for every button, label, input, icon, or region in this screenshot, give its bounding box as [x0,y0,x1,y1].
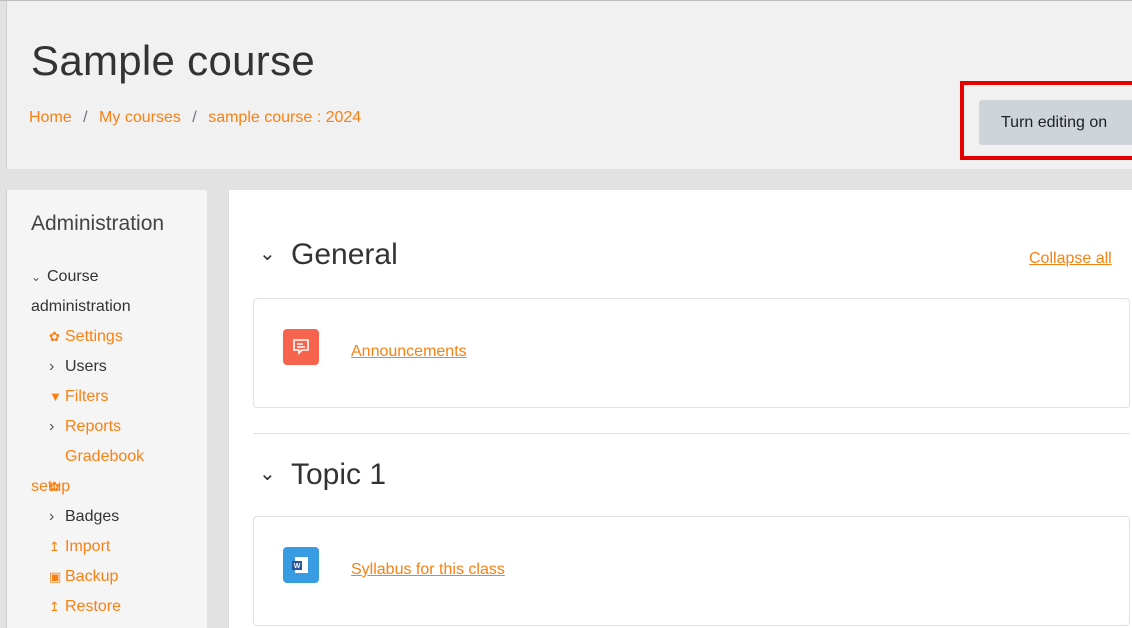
nav-restore-label: Restore [65,598,122,615]
nav-filters[interactable]: ▼ Filters [31,382,201,412]
course-content: ⌄ General Collapse all Announcements ⌄ Top… [228,190,1132,628]
gear-icon: ✿ [49,329,60,344]
nav-backup-label: Backup [65,568,119,585]
breadcrumb: Home / My courses / sample course : 2024 [29,109,361,127]
section-title: Topic 1 [291,458,387,491]
upload-icon: ↥ [49,599,60,614]
page-title: Sample course [31,37,316,84]
administration-block: Administration ⌄ Course administration ✿ S… [6,190,207,628]
breadcrumb-home[interactable]: Home [29,109,72,126]
collapse-all-link[interactable]: Collapse all [1029,250,1112,268]
chevron-right-icon: › [49,418,55,435]
chevron-down-icon[interactable]: ⌄ [259,241,291,266]
chevron-down-icon[interactable]: ⌄ [259,461,291,486]
nav-restore[interactable]: ↥ Restore [31,592,201,622]
nav-gradebook-setup-label: Gradebook setup [31,448,145,495]
nav-badges-label: Badges [65,508,120,525]
upload-icon: ↥ [49,539,60,554]
highlight-box [960,81,1132,160]
nav-users[interactable]: › Users [31,352,201,382]
section-general-header[interactable]: ⌄ General [259,238,398,272]
nav-settings[interactable]: ✿ Settings [31,322,201,352]
breadcrumb-course[interactable]: sample course : 2024 [208,109,361,126]
section-divider [253,433,1130,434]
nav-reports-label: Reports [65,418,122,435]
word-document-icon[interactable]: W [283,547,319,583]
nav-filters-label: Filters [65,388,109,405]
chevron-right-icon: › [49,508,55,525]
nav-users-label: Users [65,358,107,375]
block-title: Administration [31,212,165,235]
activity-card: W Syllabus for this class [253,516,1130,626]
breadcrumb-my-courses[interactable]: My courses [99,109,181,126]
activity-link[interactable]: Syllabus for this class [351,561,505,579]
nav-import[interactable]: ↥ Import [31,532,201,562]
file-icon: ▣ [49,569,62,584]
nav-backup[interactable]: ▣ Backup [31,562,201,592]
activity-card: Announcements [253,298,1130,408]
breadcrumb-separator: / [192,109,197,126]
nav-gradebook-setup[interactable]: ✿Gradebook setup [31,442,201,502]
filter-icon: ▼ [49,389,62,404]
nav-import-label: Import [65,538,111,555]
nav-badges[interactable]: › Badges [31,502,201,532]
nav-reports[interactable]: › Reports [31,412,201,442]
nav-settings-label: Settings [65,328,123,345]
course-administration-node[interactable]: ⌄ Course administration [31,262,201,322]
chevron-right-icon: › [49,358,55,375]
breadcrumb-separator: / [83,109,88,126]
activity-link[interactable]: Announcements [351,343,467,361]
section-title: General [291,238,398,271]
section-topic-1-header[interactable]: ⌄ Topic 1 [259,458,386,492]
forum-icon[interactable] [283,329,319,365]
administration-nav: ⌄ Course administration ✿ Settings › Users … [31,262,201,622]
svg-text:W: W [294,563,301,570]
chevron-down-icon: ⌄ [31,270,42,284]
